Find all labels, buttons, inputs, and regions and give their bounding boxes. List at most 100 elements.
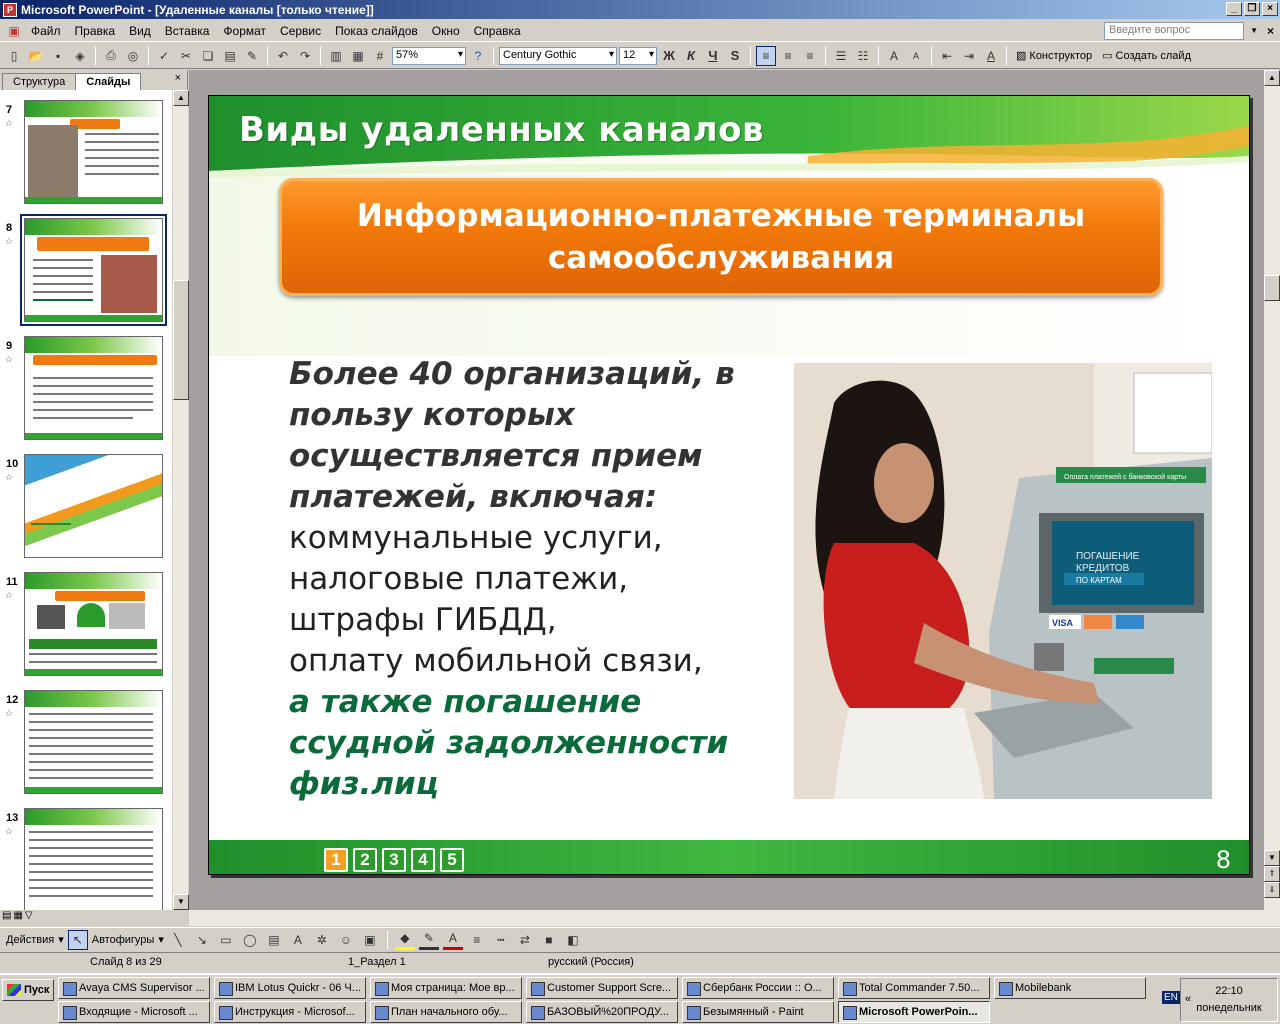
horizontal-scrollbar[interactable] (189, 910, 1280, 926)
align-center-icon[interactable]: ≡ (778, 46, 798, 66)
dash-style-icon[interactable]: ┅ (491, 930, 511, 950)
system-tray-clock[interactable]: 22:10 понедельник (1180, 978, 1278, 1022)
scroll-down-icon[interactable]: ▼ (1264, 850, 1280, 866)
editor-scrollbar[interactable]: ▲ ▼ ⇑ ⇓ (1264, 70, 1280, 910)
redo-icon[interactable]: ↷ (295, 46, 315, 66)
close-panel-icon[interactable]: × (175, 72, 181, 84)
font-color-icon[interactable]: A (442, 930, 463, 950)
slide-title[interactable]: Виды удаленных каналов (239, 110, 764, 150)
next-slide-icon[interactable]: ⇓ (1264, 882, 1280, 898)
taskbar-item-active[interactable]: Microsoft PowerPoin... (838, 1001, 990, 1023)
wordart-icon[interactable]: A (288, 930, 308, 950)
designer-button[interactable]: ▧ Конструктор (1012, 49, 1096, 63)
bullets-icon[interactable]: ☷ (853, 46, 873, 66)
paste-icon[interactable]: ▤ (220, 46, 240, 66)
arrow-icon[interactable]: ↘ (192, 930, 212, 950)
line-color-icon[interactable]: ✎ (418, 930, 439, 950)
scroll-down-icon[interactable]: ▼ (173, 894, 189, 910)
close-doc-icon[interactable]: × (1267, 24, 1274, 38)
slide-nav-4[interactable]: 4 (411, 848, 435, 872)
taskbar-item[interactable]: Инструкция - Microsof... (214, 1001, 366, 1023)
line-icon[interactable]: ╲ (168, 930, 188, 950)
slide-body-text[interactable]: Более 40 организаций, в пользу которых о… (289, 354, 759, 805)
chevron-down-icon[interactable]: ▾ (158, 933, 164, 946)
current-slide[interactable]: Виды удаленных каналов Информационно-пла… (208, 95, 1250, 875)
taskbar-item[interactable]: Безымянный - Paint (682, 1001, 834, 1023)
powerpoint-app-icon[interactable]: P (3, 2, 17, 17)
previous-slide-icon[interactable]: ⇑ (1264, 866, 1280, 882)
thumbnails-scrollbar[interactable]: ▲ ▼ (172, 90, 189, 910)
subtitle-banner[interactable]: Информационно-платежные терминалы самооб… (279, 178, 1163, 296)
picture-icon[interactable]: ▣ (360, 930, 380, 950)
taskbar-item[interactable]: Total Commander 7.50... (838, 977, 990, 999)
align-left-icon[interactable]: ≡ (756, 45, 776, 66)
bold-button[interactable]: Ж (659, 46, 679, 66)
clipart-icon[interactable]: ☺ (336, 930, 356, 950)
slide-thumbnail-9[interactable] (24, 336, 163, 440)
ask-question-input[interactable]: Введите вопрос (1104, 22, 1244, 40)
taskbar-item[interactable]: Моя страница: Мое вр... (370, 977, 522, 999)
taskbar-item[interactable]: Customer Support Scre... (526, 977, 678, 999)
tab-outline[interactable]: Структура (2, 73, 77, 90)
increase-font-icon[interactable]: A (884, 46, 904, 66)
slide-nav-1[interactable]: 1 (324, 848, 348, 872)
doc-icon[interactable]: ▣ (4, 21, 24, 41)
font-color-icon[interactable]: A (981, 46, 1001, 66)
shadow-style-icon[interactable]: ■ (539, 930, 559, 950)
undo-icon[interactable]: ↶ (273, 46, 293, 66)
start-button[interactable]: Пуск (2, 979, 54, 1001)
taskbar-item[interactable]: Mobilebank (994, 977, 1146, 999)
textbox-icon[interactable]: ▤ (264, 930, 284, 950)
terminal-photo[interactable]: Оплата платежей с банковской карты ПОГАШ… (794, 363, 1212, 799)
menu-help[interactable]: Справка (467, 24, 528, 38)
slide-nav-3[interactable]: 3 (382, 848, 406, 872)
underline-button[interactable]: Ч (703, 46, 723, 66)
taskbar-item[interactable]: IBM Lotus Quickr - 06 Ч... (214, 977, 366, 999)
grid-icon[interactable]: # (370, 46, 390, 66)
new-slide-button[interactable]: ▭ Создать слайд (1098, 49, 1195, 63)
spelling-icon[interactable]: ✓ (154, 46, 174, 66)
menu-slideshow[interactable]: Показ слайдов (328, 24, 425, 38)
format-painter-icon[interactable]: ✎ (242, 46, 262, 66)
align-right-icon[interactable]: ≡ (800, 46, 820, 66)
chart-icon[interactable]: ▥ (326, 46, 346, 66)
sorter-view-icon[interactable]: ▦ (13, 910, 22, 926)
actions-menu[interactable]: Действия (6, 934, 54, 946)
copy-icon[interactable]: ❏ (198, 46, 218, 66)
normal-view-icon[interactable]: ▤ (2, 910, 11, 926)
font-select[interactable]: Century Gothic (499, 46, 617, 65)
select-pointer-icon[interactable]: ↖ (67, 929, 88, 950)
chevron-down-icon[interactable]: ▾ (58, 933, 64, 946)
numbering-icon[interactable]: ☰ (831, 46, 851, 66)
scroll-thumb[interactable] (173, 280, 189, 400)
zoom-select[interactable]: 57% (392, 46, 466, 65)
menu-insert[interactable]: Вставка (158, 24, 217, 38)
cut-icon[interactable]: ✂ (176, 46, 196, 66)
taskbar-item[interactable]: Сбербанк России :: О... (682, 977, 834, 999)
preview-icon[interactable]: ◎ (123, 46, 143, 66)
slideshow-view-icon[interactable]: ▽ (25, 910, 33, 926)
taskbar-item[interactable]: План начального обу... (370, 1001, 522, 1023)
slide-thumbnail-12[interactable] (24, 690, 163, 794)
menu-file[interactable]: Файл (24, 24, 68, 38)
autoshapes-menu[interactable]: Автофигуры (92, 934, 155, 946)
slide-nav-5[interactable]: 5 (440, 848, 464, 872)
slide-thumbnail-11[interactable] (24, 572, 163, 676)
new-icon[interactable]: ▯ (4, 46, 24, 66)
minimize-button[interactable]: _ (1226, 2, 1242, 16)
arrow-style-icon[interactable]: ⇄ (515, 930, 535, 950)
scroll-thumb[interactable] (1264, 275, 1280, 301)
taskbar-item[interactable]: Входящие - Microsoft ... (58, 1001, 210, 1023)
slide-nav-2[interactable]: 2 (353, 848, 377, 872)
table-icon[interactable]: ▦ (348, 46, 368, 66)
open-icon[interactable]: 📂 (26, 46, 46, 66)
scroll-up-icon[interactable]: ▲ (173, 90, 189, 106)
decrease-font-icon[interactable]: A (906, 46, 926, 66)
diagram-icon[interactable]: ✲ (312, 930, 332, 950)
decrease-indent-icon[interactable]: ⇤ (937, 46, 957, 66)
slide-thumbnail-13[interactable] (24, 808, 163, 910)
3d-style-icon[interactable]: ◧ (563, 930, 583, 950)
shadow-button[interactable]: S (725, 46, 745, 66)
permission-icon[interactable]: ◈ (70, 46, 90, 66)
italic-button[interactable]: К (681, 46, 701, 66)
